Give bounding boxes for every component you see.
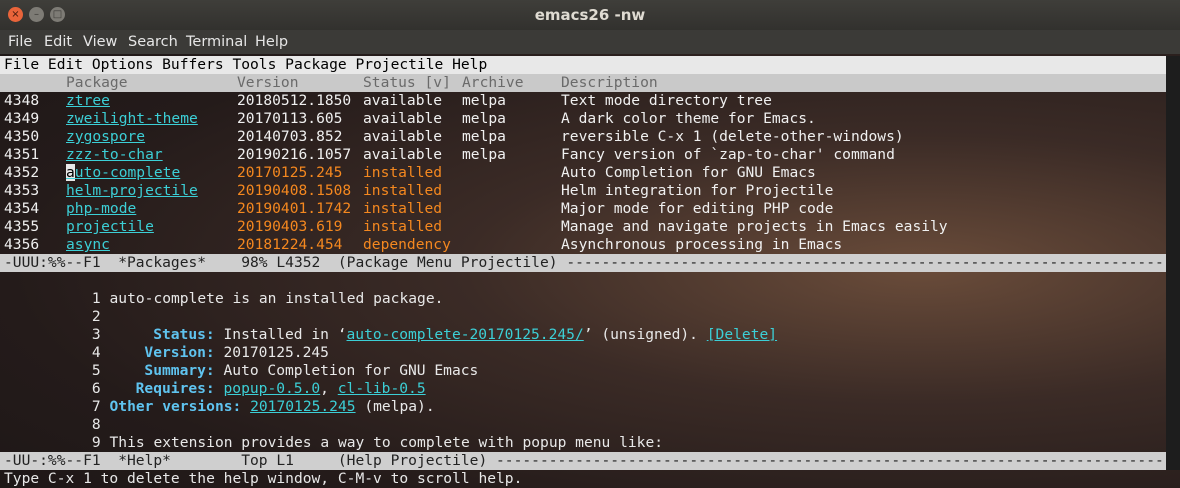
text-cursor: a [66, 164, 75, 181]
package-number: 4350 [4, 128, 40, 145]
other-versions-label: Other versions: [109, 398, 242, 415]
help-mode-line: -UU-:%%--F1 *Help* Top L1 (Help Projecti… [0, 452, 1180, 470]
help-line-8: 8 [4, 398, 101, 433]
help-line-5: 5 Summary: Auto Completion for GNU Emacs [4, 344, 478, 379]
package-status: installed [363, 164, 443, 181]
terminal-menu-bar: File Edit View Search Terminal Help [0, 30, 1180, 54]
package-row[interactable]: 4353 helm-projectile 20190408.1508 installe… [4, 182, 1164, 200]
package-version: 20180512.1850 [237, 92, 352, 109]
package-version: 20190403.619 [237, 218, 343, 235]
package-description: Asynchronous processing in Emacs [561, 236, 843, 253]
package-description: Fancy version of `zap-to-char' command [561, 146, 895, 163]
package-row[interactable]: 4354 php-mode 20190401.1742 installed Major … [4, 200, 1164, 218]
package-row[interactable]: 4349 zweilight-theme 20170113.605 available… [4, 110, 1164, 128]
package-name-link[interactable]: ztree [66, 92, 110, 110]
package-list-header: Package Version Status [v] Archive Descr… [0, 74, 1166, 92]
package-version: 20190401.1742 [237, 200, 352, 217]
package-number: 4354 [4, 200, 40, 217]
package-description: reversible C-x 1 (delete-other-windows) [561, 128, 904, 145]
package-version: 20190408.1508 [237, 182, 352, 199]
package-status: available [363, 92, 443, 109]
package-archive: melpa [462, 146, 506, 163]
package-version: 20181224.454 [237, 236, 343, 253]
term-menu-search[interactable]: Search [128, 34, 178, 50]
term-menu-help[interactable]: Help [255, 34, 288, 50]
help-line-6: 6 Requires: popup-0.5.0, cl-lib-0.5 [4, 362, 426, 397]
col-description[interactable]: Description [561, 74, 658, 92]
package-number: 4355 [4, 218, 40, 235]
package-status: available [363, 128, 443, 145]
status-post: ’ (unsigned). [583, 326, 707, 343]
package-status: installed [363, 218, 443, 235]
package-name-link[interactable]: php-mode [66, 200, 136, 218]
package-version: 20140703.852 [237, 128, 343, 145]
help-line-7: 7 Other versions: 20170125.245 (melpa). [4, 380, 435, 415]
help-line-2: 2 [4, 290, 101, 325]
term-menu-view[interactable]: View [83, 34, 117, 50]
minibuffer[interactable]: Type C-x 1 to delete the help window, C-… [4, 470, 522, 488]
package-name-link[interactable]: zygospore [66, 128, 145, 146]
package-description: Helm integration for Projectile [561, 182, 834, 199]
package-description: Auto Completion for GNU Emacs [561, 164, 816, 181]
package-archive: melpa [462, 92, 506, 109]
scrollbar[interactable] [1166, 56, 1180, 470]
help-line-3: 3 Status: Installed in ‘auto-complete-201… [4, 308, 777, 343]
package-description: Manage and navigate projects in Emacs ea… [561, 218, 948, 235]
package-name-link[interactable]: zzz-to-char [66, 146, 163, 164]
package-version: 20170125.245 [237, 164, 343, 181]
col-package[interactable]: Package [66, 74, 128, 92]
package-archive: melpa [462, 128, 506, 145]
package-status: available [363, 110, 443, 127]
package-row[interactable]: 4352 auto-complete 20170125.245 installed Au… [4, 164, 1164, 182]
package-number: 4352 [4, 164, 40, 181]
help-line-10: 10 [4, 434, 101, 469]
package-number: 4348 [4, 92, 40, 109]
emacs-menu-bar[interactable]: File Edit Options Buffers Tools Package … [0, 56, 1166, 74]
other-version-link[interactable]: 20170125.245 [250, 398, 355, 415]
col-status[interactable]: Status [v] [363, 74, 451, 92]
packages-mode-line: -UUU:%%--F1 *Packages* 98% L4352 (Packag… [0, 254, 1180, 272]
package-status: dependency [363, 236, 451, 253]
col-version[interactable]: Version [237, 74, 299, 92]
help-description: This extension provides a way to complet… [109, 434, 664, 451]
install-dir-link[interactable]: auto-complete-20170125.245/ [347, 326, 584, 343]
help-line-1: 1 auto-complete is an installed package. [4, 272, 1164, 307]
term-menu-terminal[interactable]: Terminal [186, 34, 247, 50]
package-row[interactable]: 4350 zygospore 20140703.852 available melpa r… [4, 128, 1164, 146]
other-version-archive: (melpa). [355, 398, 435, 415]
package-name-link[interactable]: async [66, 236, 110, 254]
package-name-link[interactable]: helm-projectile [66, 182, 198, 200]
term-menu-edit[interactable]: Edit [44, 34, 72, 50]
col-archive[interactable]: Archive [462, 74, 524, 92]
package-row[interactable]: 4348 ztree 20180512.1850 available melpa Text… [4, 92, 1164, 110]
package-name-link[interactable]: auto-complete [66, 164, 180, 182]
package-number: 4353 [4, 182, 40, 199]
package-number: 4356 [4, 236, 40, 253]
package-number: 4351 [4, 146, 40, 163]
delete-button[interactable]: [Delete] [707, 326, 777, 343]
package-version: 20190216.1057 [237, 146, 352, 163]
package-row[interactable]: 4355 projectile 20190403.619 installed Manag… [4, 218, 1164, 236]
package-description: A dark color theme for Emacs. [561, 110, 816, 127]
package-row[interactable]: 4356 async 20181224.454 dependency Asynchron… [4, 236, 1164, 254]
package-status: installed [363, 200, 443, 217]
package-description: Text mode directory tree [561, 92, 772, 109]
package-name-link[interactable]: zweilight-theme [66, 110, 198, 128]
package-description: Major mode for editing PHP code [561, 200, 834, 217]
package-row[interactable]: 4351 zzz-to-char 20190216.1057 available mel… [4, 146, 1164, 164]
help-line-4: 4 Version: 20170125.245 [4, 326, 329, 361]
title-bar: × – □ emacs26 -nw [0, 0, 1180, 30]
term-menu-file[interactable]: File [8, 34, 32, 50]
window-title: emacs26 -nw [534, 6, 646, 24]
package-status: installed [363, 182, 443, 199]
help-intro-text: auto-complete is an installed package. [109, 290, 444, 307]
package-number: 4349 [4, 110, 40, 127]
package-status: available [363, 146, 443, 163]
package-archive: melpa [462, 110, 506, 127]
package-name-link[interactable]: projectile [66, 218, 154, 236]
help-line-9: 9 This extension provides a way to compl… [4, 416, 663, 451]
package-version: 20170113.605 [237, 110, 343, 127]
terminal-window: × – □ emacs26 -nw File Edit View Search … [0, 0, 1180, 488]
